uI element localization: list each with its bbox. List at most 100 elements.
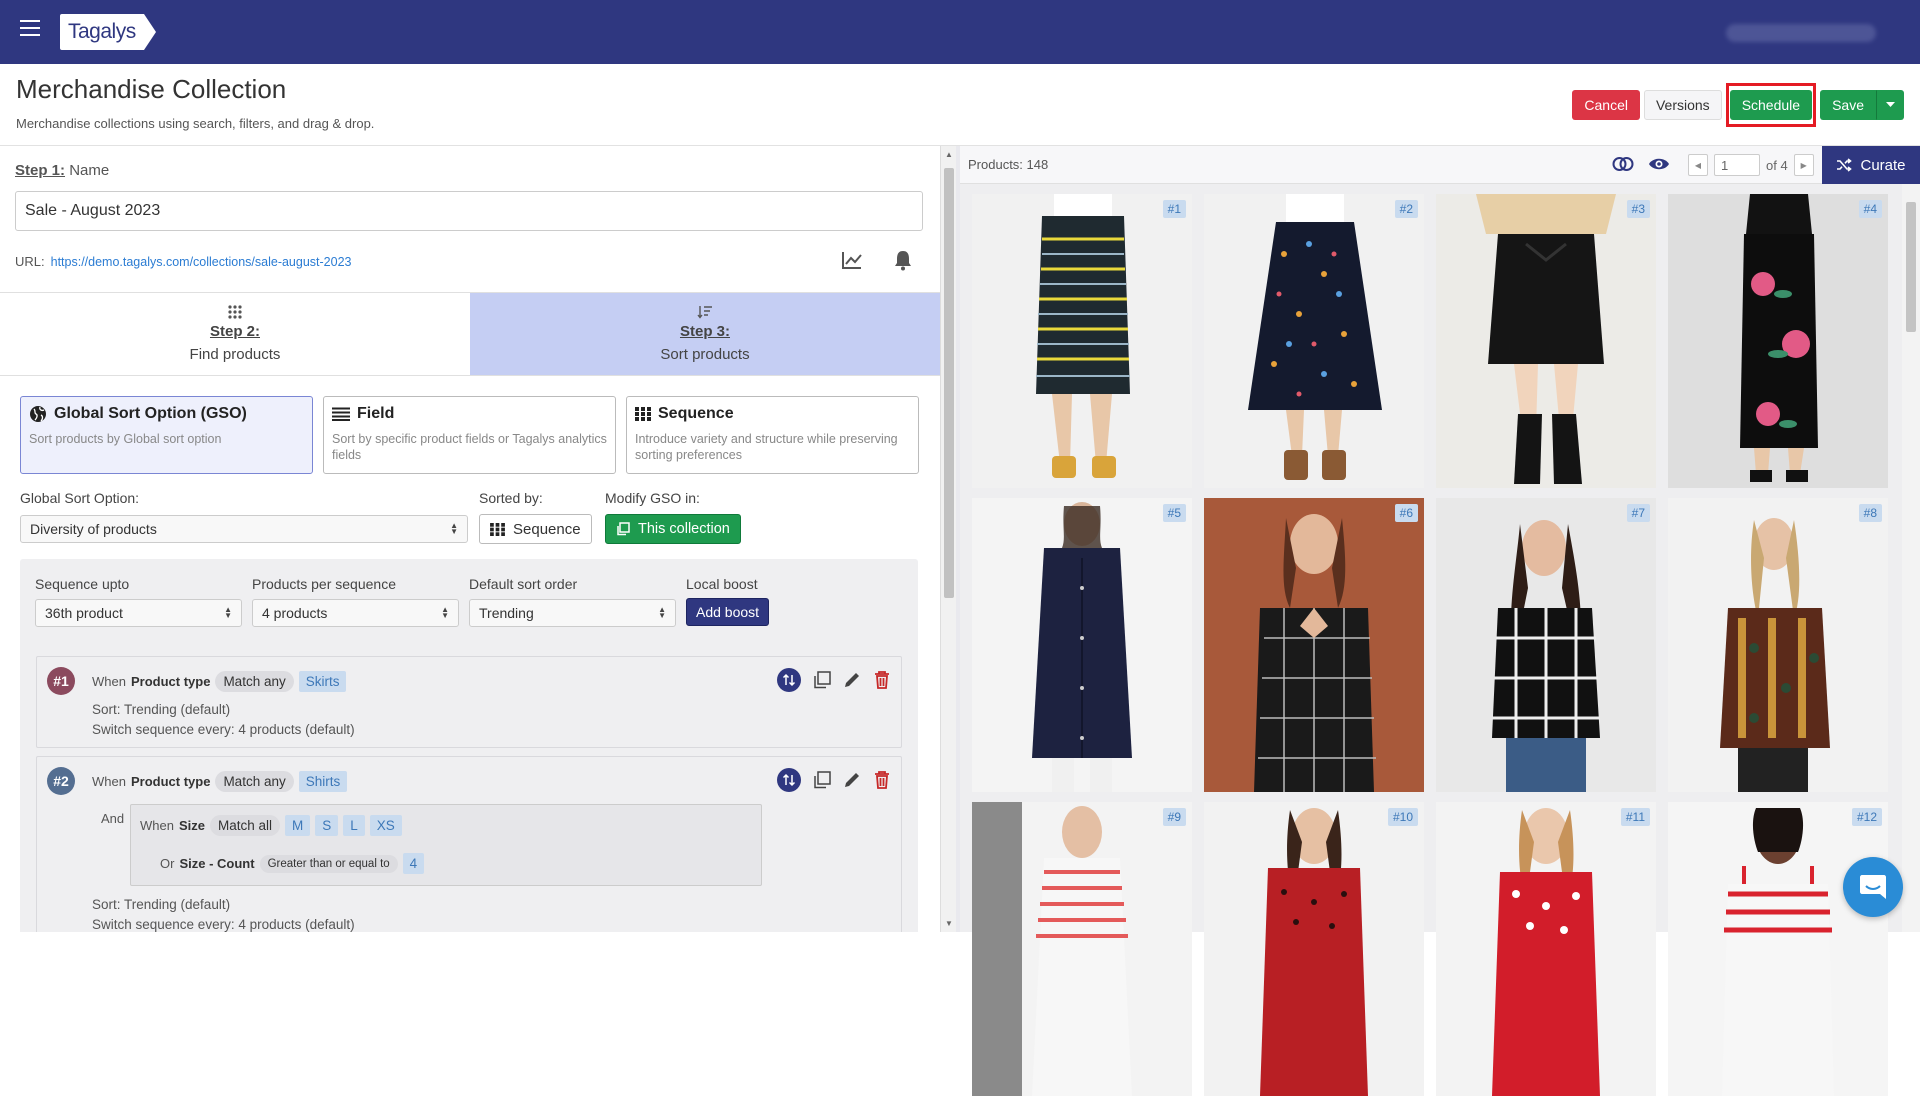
products-per-sequence-select[interactable]: 4 products ▲ ▼ <box>252 599 459 627</box>
bell-icon[interactable] <box>893 249 913 271</box>
delete-icon[interactable] <box>873 770 891 790</box>
save-button[interactable]: Save <box>1820 90 1876 120</box>
scrollbar-thumb[interactable] <box>1906 202 1916 332</box>
sub-when: When <box>140 818 174 833</box>
grid-dots-icon <box>228 305 242 319</box>
compare-icon[interactable] <box>1612 156 1634 172</box>
reorder-icon[interactable] <box>777 768 801 792</box>
product-card[interactable]: #12 <box>1668 802 1888 1096</box>
tab-sort-products[interactable]: Step 3: Sort products <box>470 293 940 375</box>
sort-option-field[interactable]: Field Sort by specific product fields or… <box>323 396 616 474</box>
left-panel-scrollbar[interactable]: ▲ ▼ <box>940 146 956 932</box>
collection-name-input[interactable]: Sale - August 2023 <box>15 191 923 231</box>
products-scrollbar[interactable] <box>1902 184 1920 932</box>
product-card[interactable]: #10 <box>1204 802 1424 1096</box>
rule-match: Match any <box>215 771 294 792</box>
rule-actions <box>777 668 891 692</box>
product-rank: #1 <box>1162 200 1186 218</box>
sort-option-cards: Global Sort Option (GSO) Sort products b… <box>20 396 919 474</box>
step3-number: Step 3: <box>679 323 730 340</box>
sub-count-field: Size - Count <box>179 856 255 871</box>
select-arrows-icon: ▲ ▼ <box>224 605 232 620</box>
page-subtitle: Merchandise collections using search, fi… <box>16 116 375 131</box>
duplicate-icon[interactable] <box>813 771 831 789</box>
menu-icon[interactable] <box>20 20 40 36</box>
product-rank: #3 <box>1626 200 1650 218</box>
this-collection-button[interactable]: This collection <box>605 514 741 544</box>
prev-page-icon[interactable]: ◀ <box>1688 154 1708 176</box>
page-input[interactable]: 1 <box>1714 154 1760 176</box>
product-card[interactable]: #5 <box>972 498 1192 792</box>
sorted-by-label: Sorted by: <box>479 490 543 506</box>
rule-badge: #2 <box>47 767 75 795</box>
chat-button[interactable] <box>1843 857 1903 917</box>
rule-tag: Skirts <box>298 671 347 692</box>
subcondition-count: Or Size - Count Greater than or equal to… <box>160 853 425 874</box>
size-tag: S <box>315 815 339 836</box>
list-icon <box>332 407 350 421</box>
sequence-upto-value: 36th product <box>45 605 123 621</box>
collection-url-link[interactable]: https://demo.tagalys.com/collections/sal… <box>51 255 352 269</box>
rule-switch: Switch sequence every: 4 products (defau… <box>92 917 355 932</box>
user-menu[interactable] <box>1726 24 1876 42</box>
product-card[interactable]: #3 <box>1436 194 1656 488</box>
local-boost-label: Local boost <box>686 576 758 592</box>
schedule-button[interactable]: Schedule <box>1729 90 1813 120</box>
scroll-down-icon[interactable]: ▼ <box>945 919 953 928</box>
sorted-by-sequence-button[interactable]: Sequence <box>479 514 592 544</box>
scroll-up-icon[interactable]: ▲ <box>945 150 953 159</box>
product-rank: #8 <box>1858 504 1882 522</box>
eye-icon[interactable] <box>1648 156 1670 172</box>
left-panel: Step 1: Name Sale - August 2023 URL: http… <box>0 146 940 932</box>
header-actions: Cancel Versions Schedule Save <box>1572 83 1904 127</box>
rule-condition: When Product type Match any Skirts <box>92 671 347 692</box>
url-label: URL: <box>15 254 45 269</box>
sort-option-sequence[interactable]: Sequence Introduce variety and structure… <box>626 396 919 474</box>
logo[interactable]: Tagalys <box>60 14 156 50</box>
sort-option-gso[interactable]: Global Sort Option (GSO) Sort products b… <box>20 396 313 474</box>
rule-and: And <box>101 811 125 826</box>
modify-gso-value: This collection <box>638 521 730 537</box>
product-card[interactable]: #11 <box>1436 802 1656 1096</box>
product-card[interactable]: #7 <box>1436 498 1656 792</box>
scrollbar-thumb[interactable] <box>944 168 954 598</box>
sorted-by-value: Sequence <box>513 520 581 538</box>
gso-label: Global Sort Option: <box>20 490 140 506</box>
product-rank: #4 <box>1858 200 1882 218</box>
edit-icon[interactable] <box>843 771 861 789</box>
duplicate-icon[interactable] <box>813 671 831 689</box>
gso-select[interactable]: Diversity of products ▲ ▼ <box>20 515 468 543</box>
product-rank: #11 <box>1620 808 1650 826</box>
product-card[interactable]: #6 <box>1204 498 1424 792</box>
size-tag: L <box>343 815 365 836</box>
add-boost-button[interactable]: Add boost <box>686 598 770 626</box>
next-page-icon[interactable]: ▶ <box>1793 154 1814 176</box>
name-label: Name <box>69 162 110 179</box>
edit-icon[interactable] <box>843 671 861 689</box>
tab-find-products[interactable]: Step 2: Find products <box>0 293 470 375</box>
field-desc: Sort by specific product fields or Tagal… <box>332 432 607 462</box>
products-panel: Products: 148 ◀ 1 of 4 ▶ Curate #1 #2 #3 <box>960 146 1920 1096</box>
product-card[interactable]: #4 <box>1668 194 1888 488</box>
delete-icon[interactable] <box>873 670 891 690</box>
product-card[interactable]: #9 <box>972 802 1192 1096</box>
reorder-icon[interactable] <box>777 668 801 692</box>
product-rank: #12 <box>1851 808 1882 826</box>
default-sort-select[interactable]: Trending ▲ ▼ <box>469 599 676 627</box>
product-card[interactable]: #2 <box>1204 194 1424 488</box>
versions-button[interactable]: Versions <box>1643 90 1722 120</box>
sequence-title: Sequence <box>658 405 734 422</box>
products-per-sequence-label: Products per sequence <box>252 576 396 592</box>
products-toolbar: Products: 148 ◀ 1 of 4 ▶ Curate <box>960 146 1920 184</box>
analytics-chart-icon[interactable] <box>841 250 863 270</box>
cancel-button[interactable]: Cancel <box>1572 90 1640 120</box>
rule-switch: Switch sequence every: 4 products (defau… <box>92 722 355 737</box>
sequence-upto-select[interactable]: 36th product ▲ ▼ <box>35 599 242 627</box>
save-dropdown-icon[interactable] <box>1876 90 1904 120</box>
product-card[interactable]: #8 <box>1668 498 1888 792</box>
modify-gso-label: Modify GSO in: <box>605 490 700 506</box>
products-count: Products: 148 <box>968 157 1049 172</box>
product-card[interactable]: #1 <box>972 194 1192 488</box>
curate-button[interactable]: Curate <box>1822 146 1920 184</box>
gso-desc: Sort products by Global sort option <box>29 432 222 446</box>
